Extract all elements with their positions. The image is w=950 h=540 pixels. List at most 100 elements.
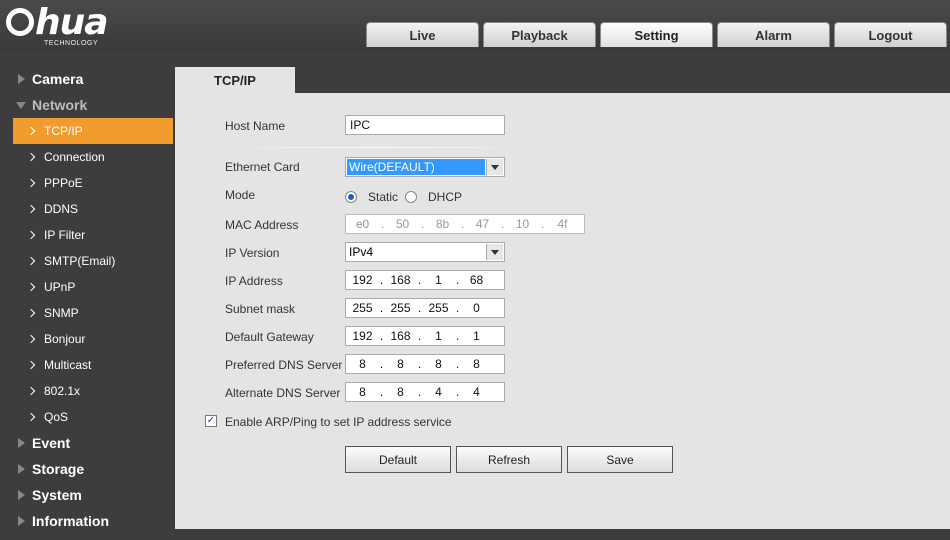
sidebar-item-label: SNMP [44,306,79,320]
ip-octet[interactable]: 4 [460,385,493,399]
sidebar-item-multicast[interactable]: Multicast [0,352,175,378]
ip-version-label: IP Version [225,246,280,260]
ethernet-card-select[interactable]: Wire(DEFAULT) [345,157,505,177]
alternate-dns-label: Alternate DNS Server [225,386,341,400]
ip-octet[interactable]: 192 [346,329,379,343]
ip-octet[interactable]: 168 [384,273,417,287]
chevron-right-icon [26,230,36,240]
ip-octet[interactable]: 255 [384,301,417,315]
sidebar-item-ip-filter[interactable]: IP Filter [0,222,175,248]
sidebar-category-system[interactable]: System [0,482,175,508]
ip-octet[interactable]: 255 [422,301,455,315]
sidebar-item-8021x[interactable]: 802.1x [0,378,175,404]
expand-arrow-icon [18,74,25,84]
default-gateway-input[interactable]: 192. 168. 1. 1 [345,326,505,346]
expand-arrow-icon [18,490,25,500]
ip-octet[interactable]: 8 [346,385,379,399]
ip-octet[interactable]: 1 [422,329,455,343]
sidebar-item-tcpip[interactable]: TCP/IP [13,118,173,144]
sidebar-category-storage[interactable]: Storage [0,456,175,482]
mode-dhcp-label: DHCP [428,190,463,204]
ip-octet[interactable]: 1 [422,273,455,287]
nav-tab-live[interactable]: Live [366,22,479,47]
chevron-right-icon [26,256,36,266]
preferred-dns-input[interactable]: 8. 8. 8. 8 [345,354,505,374]
dropdown-arrow-icon[interactable] [486,244,503,260]
subnet-mask-label: Subnet mask [225,302,296,316]
sidebar-item-label: Bonjour [44,332,86,346]
mode-dhcp-radio[interactable] [405,191,417,203]
chevron-right-icon [26,308,36,318]
mac-octet: 4f [557,217,568,231]
sidebar-category-camera[interactable]: Camera [0,66,175,92]
sidebar-item-label: Connection [44,150,105,164]
default-button[interactable]: Default [345,446,451,473]
ip-octet[interactable]: 8 [384,357,417,371]
sidebar-category-event[interactable]: Event [0,430,175,456]
nav-tab-playback[interactable]: Playback [483,22,596,47]
ip-version-value: IPv4 [349,245,374,259]
subnet-mask-input[interactable]: 255. 255. 255. 0 [345,298,505,318]
arp-ping-label: Enable ARP/Ping to set IP address servic… [225,415,452,429]
ethernet-card-label: Ethernet Card [225,160,300,174]
sidebar-category-label: Information [32,513,109,529]
sidebar-item-bonjour[interactable]: Bonjour [0,326,175,352]
ip-octet[interactable]: 1 [460,329,493,343]
ip-version-select[interactable]: IPv4 [345,242,505,262]
sidebar-item-pppoe[interactable]: PPPoE [0,170,175,196]
ip-address-input[interactable]: 192. 168. 1. 68 [345,270,505,290]
sidebar-item-upnp[interactable]: UPnP [0,274,175,300]
sidebar-category-label: Network [32,97,88,113]
refresh-button[interactable]: Refresh [456,446,562,473]
tcpip-settings-panel: Host Name IPC Ethernet Card Wire(DEFAULT… [175,93,950,529]
host-name-input[interactable]: IPC [345,115,505,135]
logo-text: hua [35,2,109,43]
chevron-right-icon [26,152,36,162]
nav-tab-alarm[interactable]: Alarm [717,22,830,47]
ip-octet[interactable]: 168 [384,329,417,343]
ip-octet[interactable]: 0 [460,301,493,315]
mode-static-radio[interactable] [345,191,357,203]
sidebar-category-network[interactable]: Network [0,92,175,118]
sidebar-category-label: System [32,487,82,503]
ip-octet[interactable]: 8 [346,357,379,371]
settings-sidebar: Camera Network TCP/IP Connection PPPoE D… [0,66,175,534]
arp-ping-checkbox[interactable]: ✓ [205,415,217,427]
mode-static-label: Static [368,190,399,204]
dahua-logo: hua TECHNOLOGY [6,2,146,48]
mac-address-label: MAC Address [225,218,299,232]
ip-octet[interactable]: 255 [346,301,379,315]
nav-tab-setting[interactable]: Setting [600,22,713,47]
ip-octet[interactable]: 192 [346,273,379,287]
sidebar-item-label: PPPoE [44,176,83,190]
header-bar: hua TECHNOLOGY Live Playback Setting Ala… [0,0,950,50]
mac-octet: e0 [355,217,370,231]
alternate-dns-input[interactable]: 8. 8. 4. 4 [345,382,505,402]
sidebar-item-qos[interactable]: QoS [0,404,175,430]
host-name-label: Host Name [225,119,286,133]
ip-octet[interactable]: 8 [422,357,455,371]
ip-octet[interactable]: 8 [460,357,493,371]
ip-octet[interactable]: 4 [422,385,455,399]
mac-octet: 50 [395,217,410,231]
sidebar-item-smtp[interactable]: SMTP(Email) [0,248,175,274]
chevron-right-icon [26,178,36,188]
chevron-right-icon [26,386,36,396]
chevron-right-icon [26,334,36,344]
sidebar-item-snmp[interactable]: SNMP [0,300,175,326]
nav-tab-logout[interactable]: Logout [834,22,947,47]
mac-octet: 47 [475,217,490,231]
sidebar-item-ddns[interactable]: DDNS [0,196,175,222]
ip-octet[interactable]: 8 [384,385,417,399]
ip-octet[interactable]: 68 [460,273,493,287]
sidebar-category-label: Event [32,435,71,451]
chevron-right-icon [26,126,36,136]
sidebar-item-connection[interactable]: Connection [0,144,175,170]
sidebar-item-label: SMTP(Email) [44,254,116,268]
dropdown-arrow-icon[interactable] [486,159,503,175]
tab-tcpip[interactable]: TCP/IP [175,67,295,94]
expand-arrow-icon [18,438,25,448]
save-button[interactable]: Save [567,446,673,473]
sidebar-category-information[interactable]: Information [0,508,175,534]
default-gateway-label: Default Gateway [225,330,314,344]
